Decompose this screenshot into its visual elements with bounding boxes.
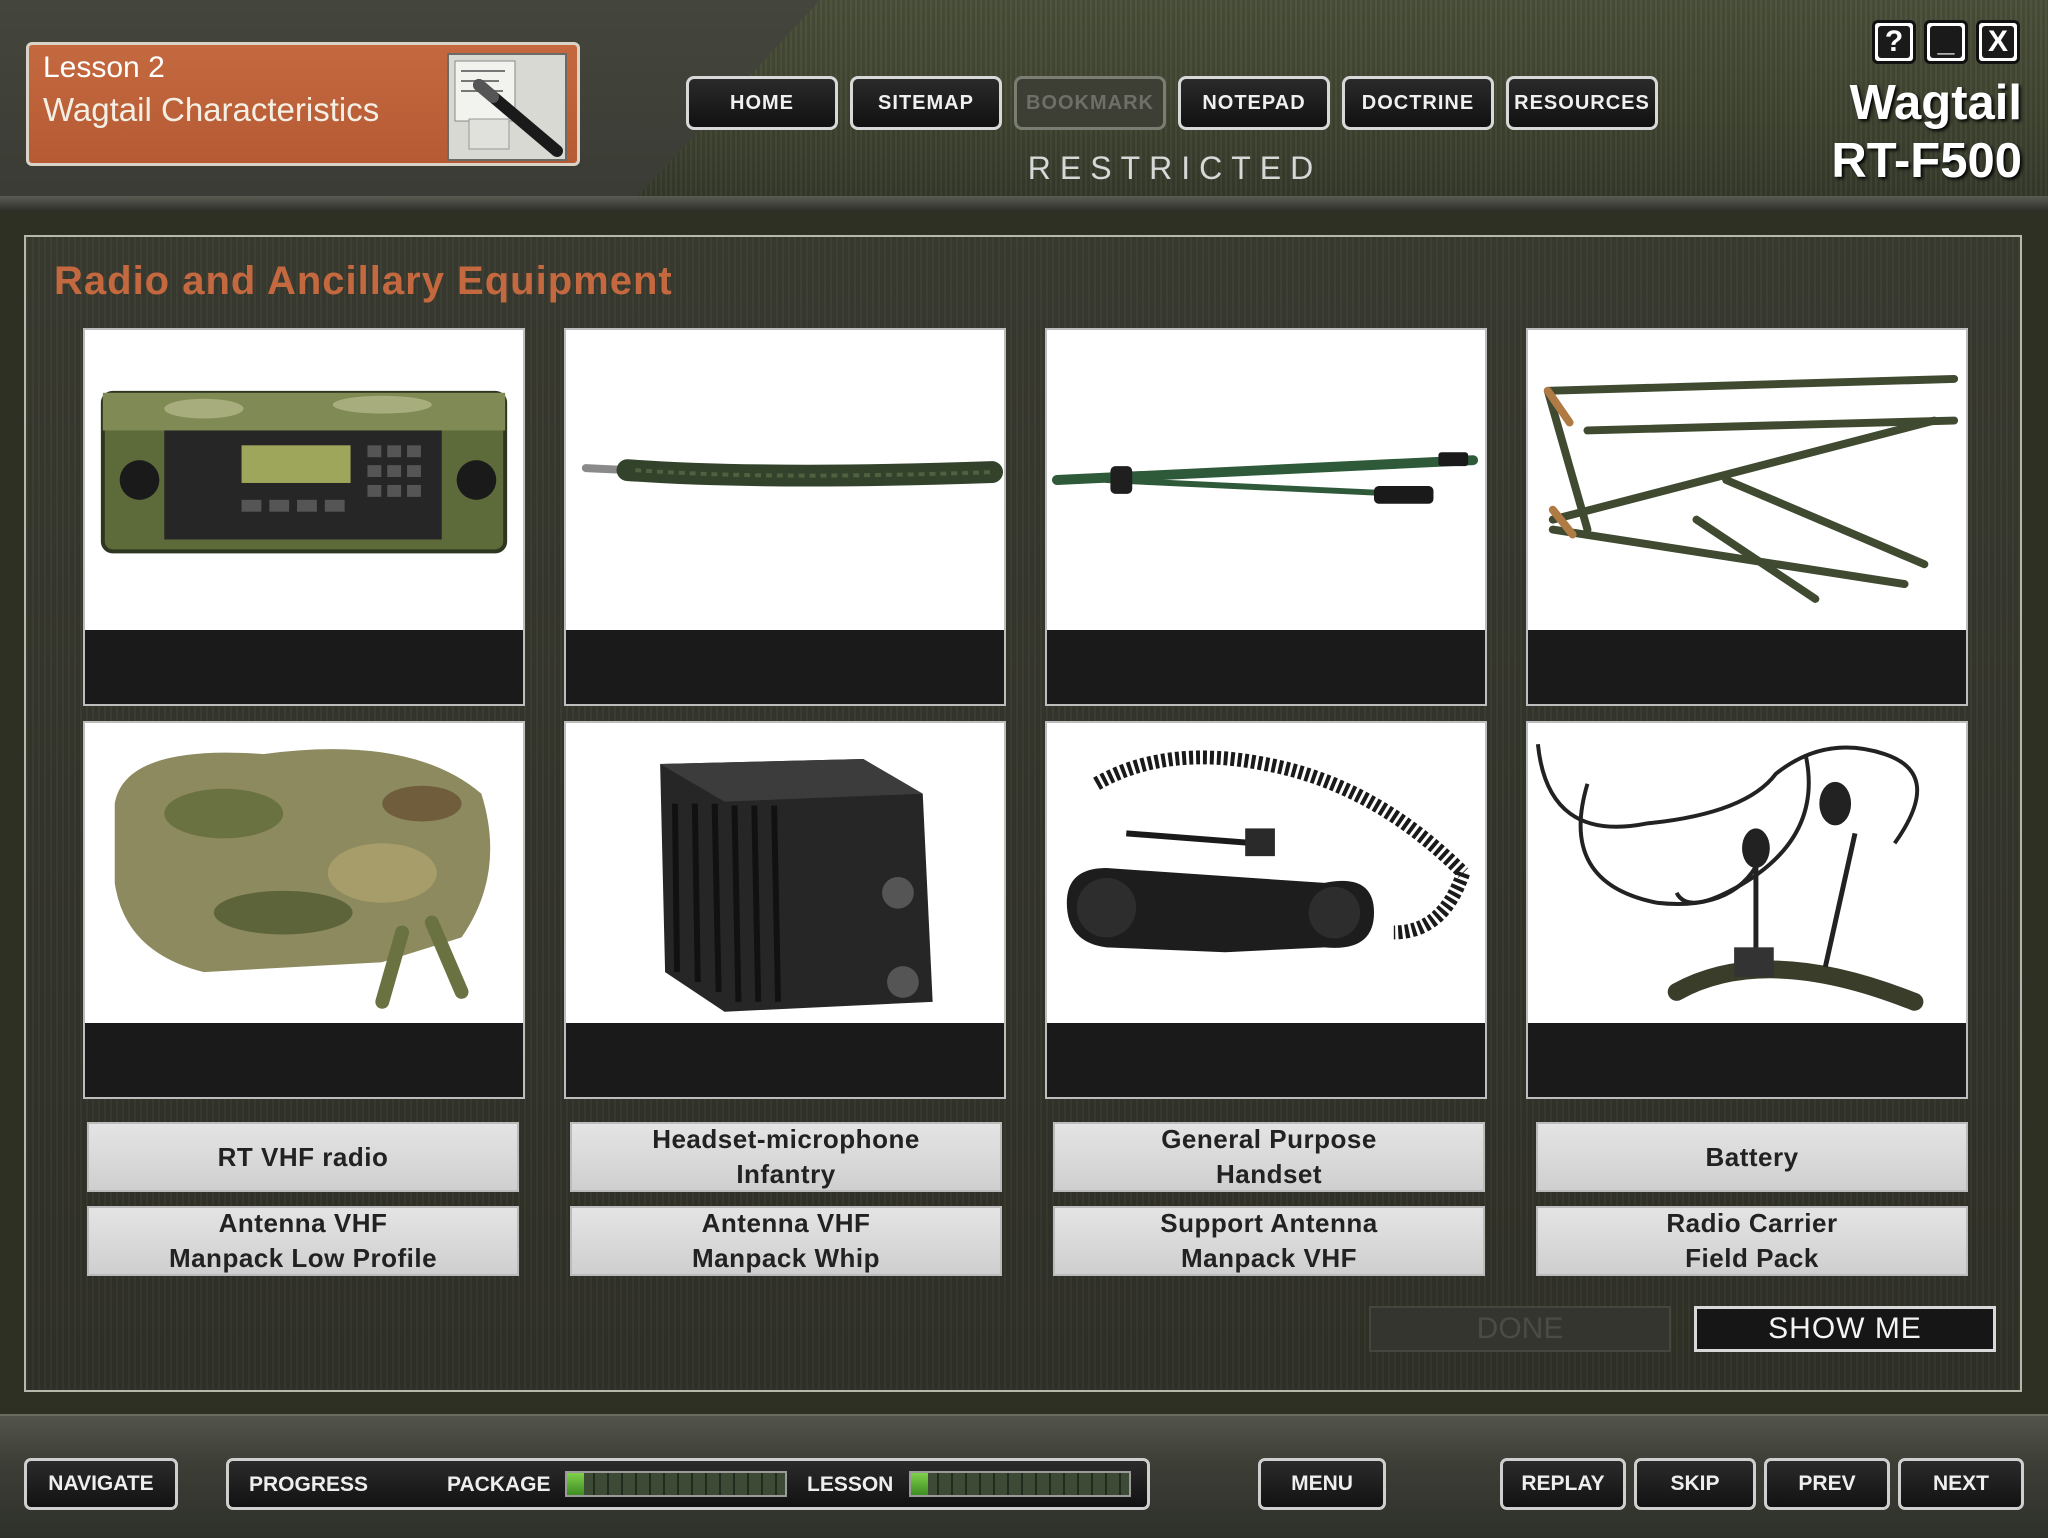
lesson-progress-bar (909, 1471, 1131, 1497)
low-profile-antenna-image (1047, 330, 1485, 630)
drop-zone[interactable] (566, 630, 1004, 704)
image-card-whip-antenna (564, 328, 1006, 706)
drop-zone[interactable] (1528, 630, 1966, 704)
classification-label: RESTRICTED (1027, 150, 1323, 186)
close-icon: X (1982, 25, 2014, 58)
top-bar-edge (0, 196, 2048, 212)
resources-button[interactable]: RESOURCES (1506, 76, 1658, 130)
lesson-title: Wagtail Characteristics (43, 91, 380, 128)
field-pack-image (85, 723, 523, 1023)
product-model: RT-F500 (1831, 134, 2022, 188)
bookmark-button[interactable]: BOOKMARK (1014, 76, 1166, 130)
content-panel: Radio and Ancillary Equipment RT VHF rad… (24, 235, 2022, 1392)
minimize-button[interactable]: _ (1924, 20, 1968, 64)
label-tile[interactable]: General Purpose Handset (1053, 1122, 1485, 1192)
package-progress-bar (565, 1471, 787, 1497)
label-tile[interactable]: Antenna VHF Manpack Whip (570, 1206, 1002, 1276)
home-button[interactable]: HOME (686, 76, 838, 130)
image-card-radio (83, 328, 525, 706)
battery-image (566, 723, 1004, 1023)
lesson-label: LESSON (807, 1473, 894, 1496)
package-label: PACKAGE (447, 1473, 551, 1496)
handset-image (1047, 723, 1485, 1023)
support-antenna-image (1528, 330, 1966, 630)
whip-antenna-image (566, 330, 1004, 630)
progress-label: PROGRESS (249, 1473, 369, 1496)
lesson-number: Lesson 2 (43, 51, 165, 84)
drop-zone[interactable] (85, 630, 523, 704)
label-tile[interactable]: Antenna VHF Manpack Low Profile (87, 1206, 519, 1276)
progress-panel: PROGRESS PACKAGE LESSON (226, 1458, 1150, 1510)
product-title: Wagtail RT-F500 (1831, 74, 2022, 190)
headset-image (1528, 723, 1966, 1023)
drop-zone[interactable] (1528, 1023, 1966, 1097)
label-tile[interactable]: Radio Carrier Field Pack (1536, 1206, 1968, 1276)
drop-zone[interactable] (566, 1023, 1004, 1097)
product-name: Wagtail (1849, 76, 2022, 130)
image-card-handset (1045, 721, 1487, 1099)
notepad-pen-icon (447, 53, 567, 161)
image-card-low-profile-antenna (1045, 328, 1487, 706)
minimize-icon: _ (1930, 25, 1962, 58)
drop-zone[interactable] (1047, 1023, 1485, 1097)
image-card-field-pack (83, 721, 525, 1099)
next-button[interactable]: NEXT (1898, 1458, 2024, 1510)
label-tile[interactable]: RT VHF radio (87, 1122, 519, 1192)
notepad-button[interactable]: NOTEPAD (1178, 76, 1330, 130)
sitemap-button[interactable]: SITEMAP (850, 76, 1002, 130)
label-tile[interactable]: Support Antenna Manpack VHF (1053, 1206, 1485, 1276)
close-button[interactable]: X (1976, 20, 2020, 64)
lesson-progress-fill (911, 1473, 929, 1495)
radio-unit-image (85, 330, 523, 630)
drop-zone[interactable] (1047, 630, 1485, 704)
doctrine-button[interactable]: DOCTRINE (1342, 76, 1494, 130)
package-progress-fill (567, 1473, 585, 1495)
image-card-support-antenna (1526, 328, 1968, 706)
label-tile[interactable]: Battery (1536, 1122, 1968, 1192)
image-card-battery (564, 721, 1006, 1099)
menu-button[interactable]: MENU (1258, 1458, 1386, 1510)
prev-button[interactable]: PREV (1764, 1458, 1890, 1510)
drop-zone[interactable] (85, 1023, 523, 1097)
show-me-button[interactable]: SHOW ME (1694, 1306, 1996, 1352)
skip-button[interactable]: SKIP (1634, 1458, 1756, 1510)
navigate-button[interactable]: NAVIGATE (24, 1458, 178, 1510)
help-button[interactable]: ? (1872, 20, 1916, 64)
replay-button[interactable]: REPLAY (1500, 1458, 1626, 1510)
lesson-header: Lesson 2 Wagtail Characteristics (26, 42, 580, 166)
label-tile[interactable]: Headset-microphone Infantry (570, 1122, 1002, 1192)
done-button[interactable]: DONE (1369, 1306, 1671, 1352)
help-icon: ? (1878, 25, 1910, 58)
section-title: Radio and Ancillary Equipment (54, 259, 673, 303)
image-card-headset (1526, 721, 1968, 1099)
